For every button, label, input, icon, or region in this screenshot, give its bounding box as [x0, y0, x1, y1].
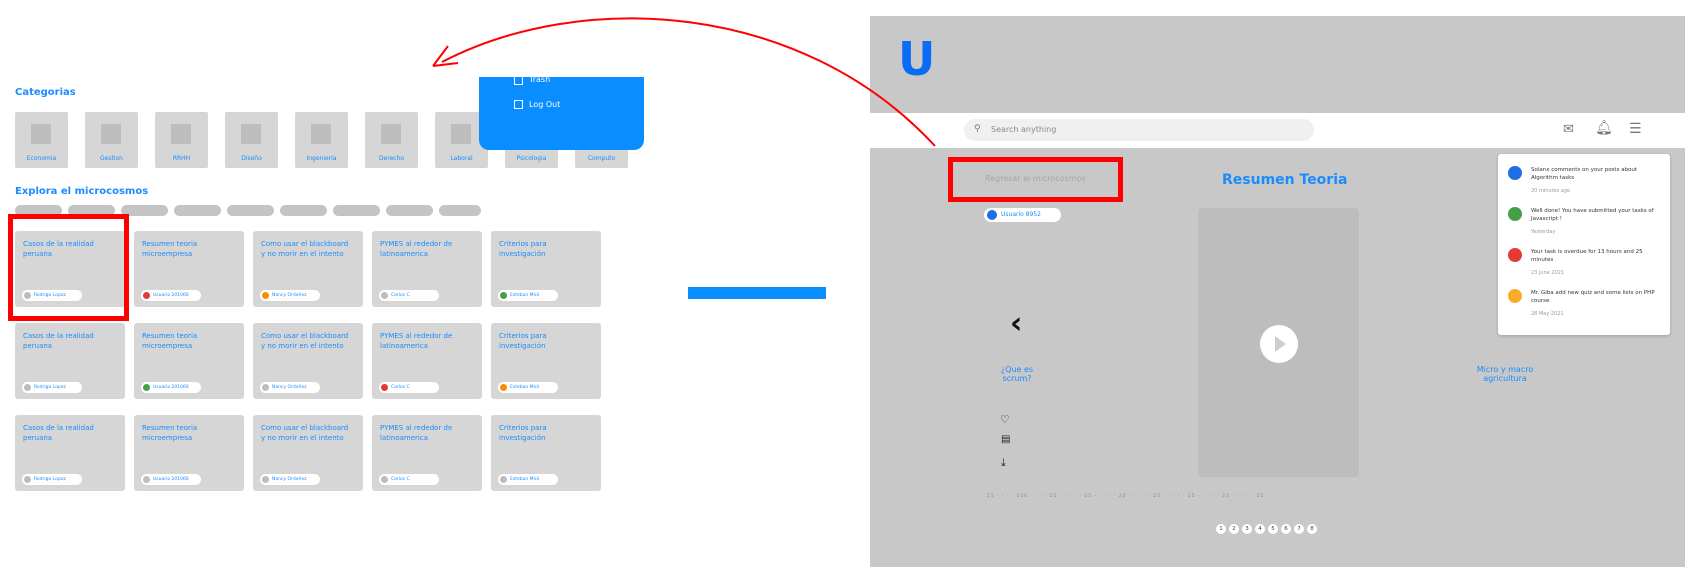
flow-arrow-path	[441, 17, 936, 147]
flow-arrow	[432, 17, 936, 147]
